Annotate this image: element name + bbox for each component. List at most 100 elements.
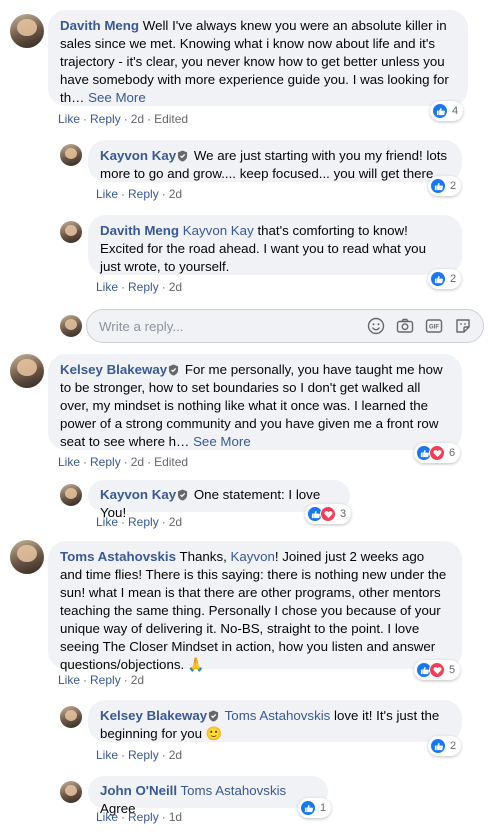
avatar[interactable] — [10, 540, 44, 574]
separator: · — [147, 112, 152, 126]
comment-bubble: Davith Meng Well I've always knew you we… — [48, 10, 468, 106]
smile-emoji: 🙂 — [205, 726, 223, 741]
reply-button[interactable]: Reply — [128, 748, 159, 762]
shield-icon — [178, 489, 188, 501]
reply-button[interactable]: Reply — [128, 810, 159, 824]
mention-link[interactable]: Toms Astahovskis — [225, 708, 331, 723]
like-button[interactable]: Like — [58, 455, 80, 469]
avatar[interactable] — [10, 14, 44, 48]
timestamp[interactable]: 2d — [131, 455, 144, 469]
reaction-number: 1 — [320, 802, 327, 814]
like-icon — [430, 178, 446, 194]
separator: · — [83, 673, 88, 687]
current-user-avatar[interactable] — [60, 315, 82, 337]
comment-author[interactable]: Davith Meng — [60, 18, 139, 33]
gif-icon[interactable]: GIF — [424, 316, 444, 336]
comment-author[interactable]: Davith Meng — [100, 223, 179, 238]
avatar[interactable] — [60, 221, 82, 243]
reaction-count[interactable]: 6 — [414, 443, 461, 463]
separator: · — [123, 112, 128, 126]
reaction-number: 2 — [450, 180, 457, 192]
comment-actions: Like · Reply · 2d · Edited — [58, 455, 188, 469]
reply-button[interactable]: Reply — [90, 455, 121, 469]
avatar[interactable] — [10, 354, 44, 388]
comment-author[interactable]: Kelsey Blakeway — [60, 362, 167, 377]
reply-button[interactable]: Reply — [90, 673, 121, 687]
reaction-count[interactable]: 1 — [298, 798, 332, 818]
like-button[interactable]: Like — [96, 810, 118, 824]
reply-button[interactable]: Reply — [128, 515, 159, 529]
reply-tools: GIF — [366, 316, 473, 336]
like-button[interactable]: Like — [58, 673, 80, 687]
comment-actions: Like · Reply · 2d · Edited — [58, 112, 188, 126]
reaction-count[interactable]: 2 — [428, 736, 462, 756]
separator: · — [121, 280, 126, 294]
emoji-icon[interactable] — [366, 316, 386, 336]
reply-button[interactable]: Reply — [128, 280, 159, 294]
love-icon — [429, 662, 445, 678]
avatar[interactable] — [60, 484, 82, 506]
edited-label[interactable]: Edited — [154, 112, 188, 126]
reaction-number: 4 — [452, 105, 459, 117]
comment-author[interactable]: Kayvon Kay — [100, 487, 176, 502]
see-more-link[interactable]: See More — [88, 90, 146, 105]
sticker-icon[interactable] — [453, 316, 473, 336]
mention-link[interactable]: Toms Astahovskis — [181, 783, 287, 798]
comment-actions: Like · Reply · 2d — [96, 515, 182, 529]
camera-icon[interactable] — [395, 316, 415, 336]
shield-icon — [178, 150, 188, 162]
reply-button[interactable]: Reply — [90, 112, 121, 126]
like-button[interactable]: Like — [96, 280, 118, 294]
comment-bubble: Kayvon Kay We are just starting with you… — [88, 140, 462, 182]
timestamp[interactable]: 2d — [169, 515, 182, 529]
separator: · — [161, 748, 166, 762]
see-more-link[interactable]: See More — [193, 434, 251, 449]
shield-icon — [209, 710, 219, 722]
separator: · — [121, 187, 126, 201]
reply-box[interactable]: GIF — [86, 309, 484, 343]
comment-author[interactable]: Toms Astahovskis — [60, 549, 176, 564]
reply-button[interactable]: Reply — [128, 187, 159, 201]
like-button[interactable]: Like — [58, 112, 80, 126]
separator: · — [161, 810, 166, 824]
timestamp[interactable]: 1d — [169, 810, 182, 824]
reaction-count[interactable]: 4 — [430, 101, 464, 121]
like-icon — [430, 271, 446, 287]
reaction-count[interactable]: 2 — [428, 269, 462, 289]
comment-actions: Like · Reply · 2d — [96, 187, 182, 201]
separator: · — [83, 455, 88, 469]
love-icon — [320, 506, 336, 522]
comment-actions: Like · Reply · 1d — [96, 810, 182, 824]
reaction-number: 2 — [450, 273, 457, 285]
timestamp[interactable]: 2d — [169, 748, 182, 762]
like-button[interactable]: Like — [96, 515, 118, 529]
edited-label[interactable]: Edited — [154, 455, 188, 469]
avatar[interactable] — [60, 706, 82, 728]
reply-input[interactable] — [99, 310, 359, 342]
like-button[interactable]: Like — [96, 187, 118, 201]
comment-author[interactable]: John O'Neill — [100, 783, 177, 798]
mention-link[interactable]: Kayvon Kay — [183, 223, 254, 238]
shield-icon — [169, 364, 179, 376]
avatar[interactable] — [60, 144, 82, 166]
timestamp[interactable]: 2d — [169, 280, 182, 294]
separator: · — [121, 810, 126, 824]
comment-author[interactable]: Kayvon Kay — [100, 148, 176, 163]
separator: · — [121, 748, 126, 762]
comment-bubble: Kelsey Blakeway Toms Astahovskis love it… — [88, 700, 462, 742]
timestamp[interactable]: 2d — [131, 673, 144, 687]
reaction-count[interactable]: 3 — [305, 504, 352, 524]
reaction-number: 3 — [340, 508, 347, 520]
mention-link[interactable]: Kayvon — [231, 549, 275, 564]
reaction-count[interactable]: 5 — [414, 660, 461, 680]
comment-author[interactable]: Kelsey Blakeway — [100, 708, 207, 723]
timestamp[interactable]: 2d — [169, 187, 182, 201]
comment-actions: Like · Reply · 2d — [58, 673, 144, 687]
comment-bubble: Kelsey Blakeway For me personally, you h… — [48, 354, 462, 450]
timestamp[interactable]: 2d — [131, 112, 144, 126]
comment-bubble: John O'Neill Toms Astahovskis Agree — [88, 776, 328, 816]
reaction-count[interactable]: 2 — [428, 176, 462, 196]
reaction-number: 5 — [449, 664, 456, 676]
like-button[interactable]: Like — [96, 748, 118, 762]
avatar[interactable] — [60, 781, 82, 803]
